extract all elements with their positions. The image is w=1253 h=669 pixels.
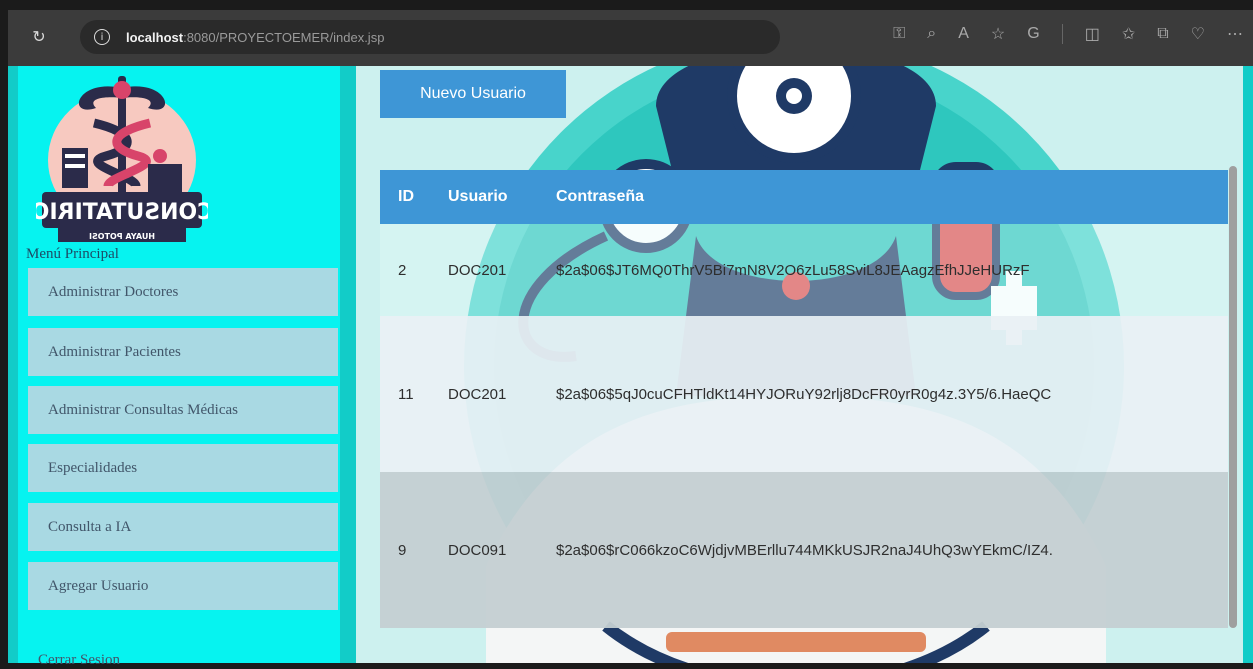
cell-password: $2a$06$rC066kzoC6WjdjvMBErllu744MKkUSJR2… (538, 472, 1228, 628)
nuevo-usuario-button[interactable]: Nuevo Usuario (380, 70, 566, 118)
browser-toolbar: ↻ i localhost:8080/PROYECTOEMER/index.js… (8, 10, 1253, 66)
nav-cerrar-sesion[interactable]: Cerrar Sesion (38, 652, 120, 669)
scrollbar[interactable] (1229, 166, 1237, 628)
cell-usuario: DOC201 (430, 316, 538, 472)
collections-icon[interactable]: ⧉ (1157, 25, 1168, 43)
table-row[interactable]: 2 DOC201 $2a$06$JT6MQ0ThrV5Bi7mN8V2O6zLu… (380, 224, 1228, 316)
nav-administrar-consultas[interactable]: Administrar Consultas Médicas (28, 386, 338, 434)
table-header-row: ID Usuario Contraseña (380, 170, 1228, 224)
menu-title: Menú Principal (26, 246, 119, 262)
more-icon[interactable]: ⋯ (1227, 24, 1243, 44)
clinic-logo: CONSUTATIRIO HUAYA POTOSI (31, 68, 213, 260)
zoom-icon[interactable]: ⌕ (927, 25, 936, 43)
nav-administrar-pacientes[interactable]: Administrar Pacientes (28, 328, 338, 376)
cell-usuario: DOC091 (430, 472, 538, 628)
address-bar[interactable]: i localhost:8080/PROYECTOEMER/index.jsp (80, 20, 780, 54)
logo-subtext: HUAYA POTOSI (89, 232, 155, 241)
table-row[interactable]: 11 DOC201 $2a$06$5qJ0cuCFHTldKt14HYJORuY… (380, 316, 1228, 472)
cell-password: $2a$06$5qJ0cuCFHTldKt14HYJORuY92rlj8DcFR… (538, 316, 1228, 472)
nav-administrar-doctores[interactable]: Administrar Doctores (28, 268, 338, 316)
toolbar-divider (1061, 24, 1063, 44)
main-content: Nuevo Usuario ID Usuario Contraseña 2 DO… (356, 66, 1243, 663)
sidebar: CONSUTATIRIO HUAYA POTOSI Menú Principal… (18, 66, 340, 668)
cell-id: 2 (380, 224, 430, 316)
extensions-icon[interactable]: ♡ (1191, 24, 1205, 44)
logo-text: CONSUTATIRIO (36, 200, 208, 225)
table-row[interactable]: 9 DOC091 $2a$06$rC066kzoC6WjdjvMBErllu74… (380, 472, 1228, 628)
caduceus-logo-icon: CONSUTATIRIO HUAYA POTOSI (31, 76, 213, 242)
read-aloud-icon[interactable]: A (958, 25, 969, 43)
header-contrasena: Contraseña (538, 170, 1228, 224)
url-path: :8080/PROYECTOEMER/index.jsp (183, 29, 385, 45)
favorite-star-icon[interactable]: ☆ (991, 24, 1005, 44)
key-icon[interactable]: ⚿ (893, 25, 905, 43)
nav-especialidades[interactable]: Especialidades (28, 444, 338, 492)
cell-usuario: DOC201 (430, 224, 538, 316)
page-viewport: CONSUTATIRIO HUAYA POTOSI Menú Principal… (8, 66, 1253, 668)
refresh-icon[interactable]: ↻ (28, 26, 50, 48)
info-icon[interactable]: i (94, 29, 110, 45)
cell-id: 11 (380, 316, 430, 472)
users-table: ID Usuario Contraseña 2 DOC201 $2a$06$JT… (380, 170, 1228, 628)
cell-id: 9 (380, 472, 430, 628)
copilot-icon[interactable]: G (1027, 25, 1039, 43)
favorites-icon[interactable]: ✩ (1122, 24, 1135, 44)
header-usuario: Usuario (430, 170, 538, 224)
url-host: localhost (126, 29, 184, 45)
split-screen-icon[interactable]: ◫ (1085, 24, 1100, 44)
nav-agregar-usuario[interactable]: Agregar Usuario (28, 562, 338, 610)
browser-tools: ⚿ ⌕ A ☆ G ◫ ✩ ⧉ ♡ ⋯ (893, 24, 1243, 44)
header-id: ID (380, 170, 430, 224)
nav-consulta-ia[interactable]: Consulta a IA (28, 503, 338, 551)
cell-password: $2a$06$JT6MQ0ThrV5Bi7mN8V2O6zLu58SviL8JE… (538, 224, 1228, 316)
